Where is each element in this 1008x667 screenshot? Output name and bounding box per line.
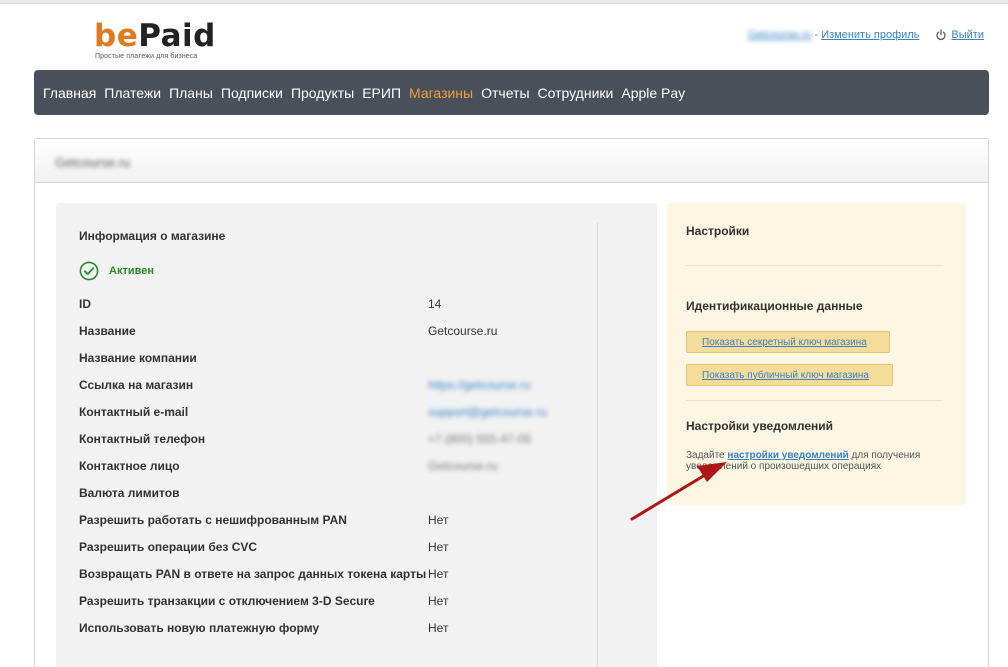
logout-link[interactable]: Выйти bbox=[935, 29, 984, 41]
row-label: Контактный телефон bbox=[79, 432, 206, 446]
info-row-unencrypted-pan: Разрешить работать с нешифрованным PAN Н… bbox=[79, 513, 599, 529]
info-row-3ds: Разрешить транзакции с отключением 3-D S… bbox=[79, 594, 599, 610]
notify-prefix: Задайте bbox=[686, 450, 725, 461]
row-label: Разрешить транзакции с отключением 3-D S… bbox=[79, 594, 375, 608]
nav-item-employees[interactable]: Сотрудники bbox=[538, 85, 614, 101]
nav-item-shops[interactable]: Магазины bbox=[409, 85, 473, 101]
info-row-phone: Контактный телефон +7 (800) 555-47-05 bbox=[79, 432, 599, 448]
info-row-name: Название Getcourse.ru bbox=[79, 324, 599, 340]
shop-info-card: Информация о магазине Активен ID 14 Назв… bbox=[56, 203, 657, 667]
row-value: Getcourse.ru bbox=[428, 459, 498, 473]
show-secret-key-button[interactable]: Показать секретный ключ магазина bbox=[686, 331, 890, 353]
user-area: Getcourse.ru - Изменить профиль Выйти bbox=[748, 29, 984, 41]
row-value: 14 bbox=[428, 297, 442, 311]
main-nav: Главная Платежи Планы Подписки Продукты … bbox=[34, 70, 989, 115]
notify-description: Задайте настройки уведомлений для получе… bbox=[686, 450, 948, 472]
settings-card: Настройки Идентификационные данные Показ… bbox=[667, 203, 966, 505]
info-row-company: Название компании bbox=[79, 351, 599, 367]
logout-label: Выйти bbox=[951, 29, 984, 41]
row-value: +7 (800) 555-47-05 bbox=[428, 432, 532, 446]
shop-url-link[interactable]: https://getcourse.ru bbox=[428, 378, 531, 392]
row-label: Ссылка на магазин bbox=[79, 378, 194, 392]
row-label: Разрешить операции без CVC bbox=[79, 540, 258, 554]
status-badge: Активен bbox=[79, 261, 154, 281]
info-row-no-cvc: Разрешить операции без CVC Нет bbox=[79, 540, 599, 556]
status-text: Активен bbox=[109, 265, 154, 277]
user-separator: - bbox=[814, 29, 819, 41]
show-public-key-button[interactable]: Показать публичный ключ магазина bbox=[686, 364, 893, 386]
row-value: Нет bbox=[428, 540, 449, 554]
row-value: Нет bbox=[428, 594, 449, 608]
row-label: Валюта лимитов bbox=[79, 486, 180, 500]
row-value: Нет bbox=[428, 567, 449, 581]
nav-item-payments[interactable]: Платежи bbox=[104, 85, 161, 101]
info-row-currency: Валюта лимитов bbox=[79, 486, 599, 502]
notify-settings-link[interactable]: настройки уведомлений bbox=[727, 450, 848, 461]
edit-profile-link[interactable]: Изменить профиль bbox=[821, 29, 919, 41]
settings-separator bbox=[686, 265, 943, 266]
row-label: ID bbox=[79, 297, 91, 311]
info-row-id: ID 14 bbox=[79, 297, 599, 313]
row-value: Getcourse.ru bbox=[428, 324, 498, 338]
shop-info-title: Информация о магазине bbox=[79, 229, 226, 243]
info-row-shop-url: Ссылка на магазин https://getcourse.ru bbox=[79, 378, 599, 394]
row-label: Разрешить работать с нешифрованным PAN bbox=[79, 513, 347, 527]
nav-item-reports[interactable]: Отчеты bbox=[481, 85, 529, 101]
nav-item-products[interactable]: Продукты bbox=[291, 85, 354, 101]
info-row-contact-person: Контактное лицо Getcourse.ru bbox=[79, 459, 599, 475]
info-row-new-form: Использовать новую платежную форму Нет bbox=[79, 621, 599, 637]
row-label: Контактный e-mail bbox=[79, 405, 189, 419]
nav-item-subscriptions[interactable]: Подписки bbox=[221, 85, 283, 101]
row-label: Название компании bbox=[79, 351, 197, 365]
notify-title: Настройки уведомлений bbox=[686, 419, 834, 433]
nav-item-erip[interactable]: ЕРИП bbox=[362, 85, 401, 101]
shop-panel: Getcourse.ru Информация о магазине Актив… bbox=[34, 138, 989, 667]
check-circle-icon bbox=[79, 261, 99, 281]
logo-tagline: Простые платежи для бизнеса bbox=[95, 53, 198, 60]
bepaid-logo[interactable]: bePaid Простые платежи для бизнеса bbox=[94, 20, 216, 60]
row-label: Возвращать PAN в ответе на запрос данных… bbox=[79, 567, 427, 581]
info-row-email: Контактный e-mail support@getcourse.ru bbox=[79, 405, 599, 421]
browser-top-line bbox=[0, 0, 1008, 4]
nav-item-plans[interactable]: Планы bbox=[169, 85, 213, 101]
ident-title: Идентификационные данные bbox=[686, 299, 863, 313]
info-row-return-pan: Возвращать PAN в ответе на запрос данных… bbox=[79, 567, 599, 583]
nav-item-home[interactable]: Главная bbox=[43, 85, 96, 101]
row-value: Нет bbox=[428, 621, 449, 635]
user-email-link[interactable]: Getcourse.ru bbox=[748, 29, 812, 41]
row-label: Использовать новую платежную форму bbox=[79, 621, 320, 635]
settings-separator bbox=[686, 400, 943, 401]
logo-be: be bbox=[94, 18, 139, 54]
settings-title: Настройки bbox=[686, 224, 750, 238]
row-label: Контактное лицо bbox=[79, 459, 180, 473]
row-value: Нет bbox=[428, 513, 449, 527]
nav-item-apple-pay[interactable]: Apple Pay bbox=[621, 85, 685, 101]
logo-paid: Paid bbox=[138, 18, 216, 54]
row-label: Название bbox=[79, 324, 136, 338]
power-icon bbox=[936, 29, 947, 41]
shop-title: Getcourse.ru bbox=[55, 155, 131, 170]
panel-header: Getcourse.ru bbox=[35, 139, 988, 183]
contact-email-link[interactable]: support@getcourse.ru bbox=[428, 405, 547, 419]
